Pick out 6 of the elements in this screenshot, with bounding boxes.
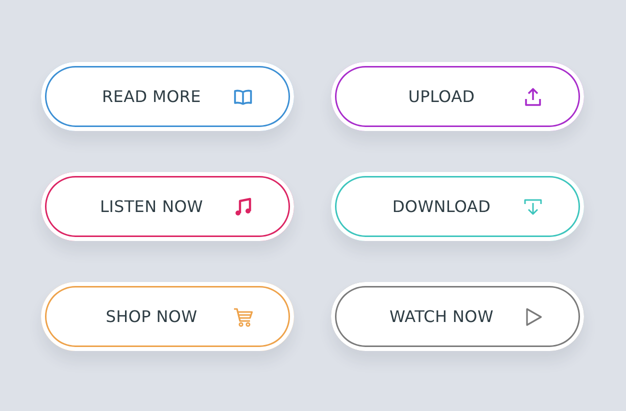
pill-button[interactable]: SHOP NOW [41, 282, 294, 351]
pill-button[interactable]: READ MORE [41, 62, 294, 131]
pill-button[interactable]: LISTEN NOW [41, 172, 294, 241]
pill-button[interactable]: WATCH NOW [331, 282, 584, 351]
pill-button[interactable]: DOWNLOAD [331, 172, 584, 241]
pill-button[interactable]: UPLOAD [331, 62, 584, 131]
